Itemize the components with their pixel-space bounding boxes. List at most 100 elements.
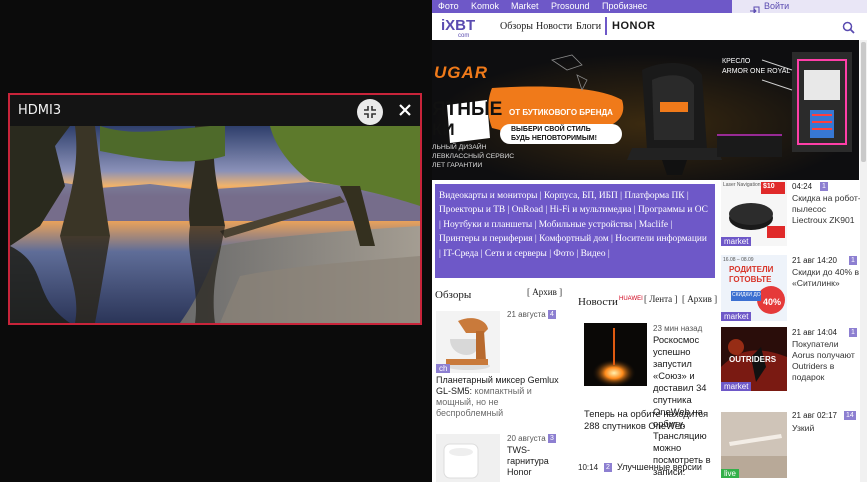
nav-blogs[interactable]: Блоги	[576, 21, 601, 32]
category-link[interactable]: Платформа ПК	[624, 191, 684, 201]
login-link[interactable]: Войти	[764, 1, 789, 11]
topnav-link-komok[interactable]: Komok	[471, 1, 499, 11]
right-item-thumb-3[interactable]: OUTRIDERS market	[721, 327, 787, 391]
site-logo[interactable]: iXBT com	[441, 16, 477, 42]
nav-divider	[605, 17, 607, 35]
scrollbar-thumb[interactable]	[861, 42, 866, 162]
news-heading[interactable]: Новости	[578, 296, 618, 308]
banner-feature-3: ЛЕТ ГАРАНТИИ	[432, 162, 483, 169]
category-link[interactable]: Принтеры и периферия	[439, 234, 533, 244]
nav-honor[interactable]: HONOR	[612, 20, 655, 32]
review-tag: ch	[436, 364, 451, 373]
news-title[interactable]: Роскосмос успешно запустил «Союз» и дост…	[653, 334, 725, 478]
right-item-count-4[interactable]: 14	[844, 411, 856, 420]
close-icon[interactable]	[395, 100, 415, 120]
category-link[interactable]: Видеокарты и мониторы	[439, 191, 537, 201]
category-links: Видеокарты и мониторы | Корпуса, БП, ИБП…	[439, 189, 711, 261]
right-item-count-1[interactable]: 1	[820, 182, 828, 191]
topnav-link-prosound[interactable]: Prosound	[551, 1, 590, 11]
reviews-heading[interactable]: Обзоры	[435, 289, 471, 301]
review-thumbnail-2[interactable]	[436, 434, 500, 482]
pip-source-label: HDMI3	[18, 103, 62, 118]
category-link[interactable]: Ноутбуки и планшеты	[443, 220, 532, 230]
banner-chair-label: КРЕСЛО	[722, 58, 751, 65]
category-box: Видеокарты и мониторы | Корпуса, БП, ИБП…	[435, 184, 715, 278]
category-link[interactable]: Видео	[581, 249, 606, 259]
pip-window[interactable]: HDMI3	[8, 93, 422, 325]
right-promo-text-3: СКИДКИ ДО	[732, 292, 761, 298]
banner-cta-1: ВЫБЕРИ СВОЙ СТИЛЬ	[511, 126, 591, 133]
category-link[interactable]: OnRoad	[512, 205, 543, 215]
nav-reviews[interactable]: Обзоры	[500, 21, 533, 32]
category-link[interactable]: Комфортный дом	[539, 234, 609, 244]
right-item-thumb-4[interactable]: live	[721, 412, 787, 478]
right-item-count-2[interactable]: 1	[849, 256, 857, 265]
right-promo-game: OUTRIDERS	[729, 355, 777, 364]
right-item-time-4: 21 авг 02:17	[792, 411, 837, 420]
right-item-text-3[interactable]: Покупатели Aorus получают Outriders в по…	[792, 339, 862, 383]
right-item-count-3[interactable]: 1	[849, 328, 857, 337]
news-feed-link[interactable]: [ Лента ]	[644, 294, 677, 304]
category-link[interactable]: Мобильные устройства	[539, 220, 633, 230]
right-promo-text-2: ГОТОВЬТЕ	[729, 275, 772, 284]
news-time: 23 мин назад	[653, 324, 703, 333]
review-comment-count-2[interactable]: 3	[548, 434, 556, 443]
category-link[interactable]: Программы и ОС	[638, 205, 708, 215]
reviews-archive-link[interactable]: [ Архив ]	[527, 287, 562, 297]
topnav-link-market[interactable]: Market	[511, 1, 539, 11]
right-item-label-2: market	[721, 312, 752, 321]
pip-title-bar[interactable]: HDMI3	[10, 95, 420, 126]
nav-news[interactable]: Новости	[536, 21, 572, 32]
category-separator: |	[505, 205, 512, 216]
right-promo-nav: Laser Navigation	[723, 182, 761, 188]
news-title-2[interactable]: Улучшенные версии	[617, 462, 702, 473]
category-separator: |	[532, 219, 539, 230]
category-link[interactable]: Фото	[553, 249, 574, 259]
right-news-column: Laser Navigation $10 market 04:24 1 Скид…	[720, 180, 861, 482]
review-thumbnail[interactable]: ch	[436, 311, 500, 373]
right-item-text-4[interactable]: Узкий	[792, 423, 862, 434]
screen: HDMI3 Фото Komok Market Prosound Пробизн…	[0, 0, 867, 482]
news-partner-logo: HUAWEI	[619, 296, 643, 302]
category-link[interactable]: Проекторы и ТВ	[439, 205, 505, 215]
category-separator: |	[684, 191, 689, 201]
topnav-link-probusiness[interactable]: Пробизнес	[602, 1, 647, 11]
category-separator: |	[543, 205, 550, 216]
category-link[interactable]: Hi-Fi и мультимедиа	[550, 205, 632, 215]
review-title-2[interactable]: TWS-гарнитура Honor	[507, 445, 567, 478]
browser-page[interactable]: Фото Komok Market Prosound Пробизнес Вой…	[432, 0, 867, 482]
category-separator: |	[574, 248, 581, 259]
logo-sub: com	[458, 33, 469, 38]
right-item-thumb-1[interactable]: Laser Navigation $10 market	[721, 180, 787, 246]
review-comment-count[interactable]: 4	[548, 310, 556, 319]
news-archive-link[interactable]: [ Архив ]	[682, 294, 717, 304]
login-area[interactable]: Войти	[732, 0, 867, 16]
review-title[interactable]: Планетарный миксер Gemlux GL-SM5: компак…	[436, 375, 566, 419]
category-separator: |	[632, 219, 639, 230]
page-scrollbar[interactable]	[860, 40, 867, 482]
banner-headline-2: КИ	[432, 120, 455, 139]
news-thumbnail[interactable]	[584, 323, 647, 386]
right-item-text-2[interactable]: Скидки до 40% в «Ситилинк»	[792, 267, 862, 289]
category-link[interactable]: Носители информации	[615, 234, 707, 244]
review-date-2: 20 августа	[507, 434, 546, 443]
topnav-link-photo[interactable]: Фото	[438, 1, 459, 11]
right-item-time-3: 21 авг 14:04	[792, 328, 837, 337]
category-link[interactable]: Корпуса, БП, ИБП	[544, 191, 618, 201]
category-link[interactable]: IT-Среда	[443, 249, 478, 259]
category-link[interactable]: Сети и серверы	[485, 249, 547, 259]
news-comment-count-2[interactable]: 2	[604, 463, 612, 472]
right-item-time-2: 21 авг 14:20	[792, 256, 837, 265]
right-item-thumb-2[interactable]: 16.08 – 08.09 РОДИТЕЛИ ГОТОВЬТЕ СКИДКИ Д…	[721, 255, 787, 321]
category-link[interactable]: Maclife	[639, 220, 668, 230]
pip-video-frame	[10, 126, 420, 323]
right-promo-dates: 16.08 – 08.09	[723, 257, 754, 263]
banner-chair-model: ARMOR ONE ROYAL	[722, 68, 791, 75]
right-item-time-1: 04:24	[792, 182, 813, 191]
ad-banner[interactable]: UGAR КРЕСЛО ARMOR ONE ROYAL ЯТНЫЕ КИ ОТ …	[432, 40, 859, 180]
search-icon[interactable]	[842, 19, 855, 38]
logo-main: iXBT	[441, 17, 475, 34]
right-item-text-1[interactable]: Скидка на робот-пылесос Liectroux ZK901	[792, 193, 862, 226]
right-promo-text-4: 40%	[763, 297, 782, 307]
shrink-icon[interactable]	[357, 99, 383, 125]
